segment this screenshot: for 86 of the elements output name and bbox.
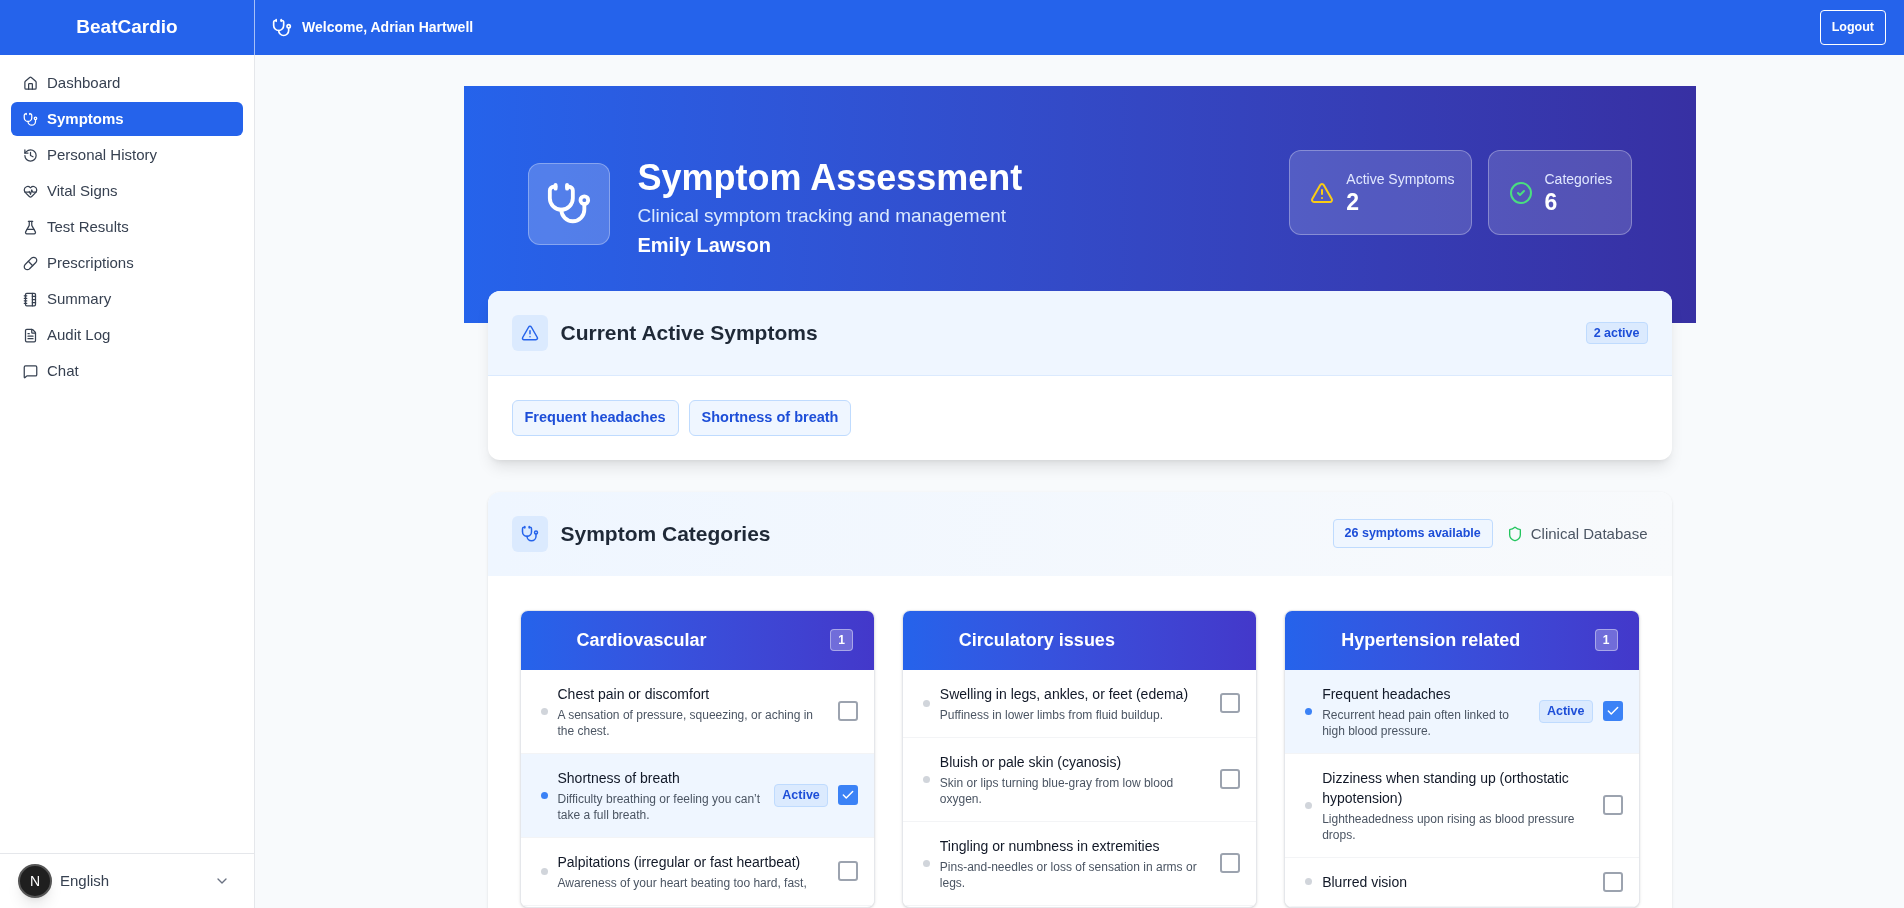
symptom-description: Pins-and-needles or loss of sensation in arms or legs. — [939, 858, 1198, 891]
nav-item[interactable]: Personal History — [11, 138, 243, 172]
shield-icon — [1506, 525, 1523, 542]
logout-button[interactable]: Logout — [1819, 10, 1886, 45]
check-circle-icon — [1508, 180, 1533, 205]
checkbox[interactable] — [1602, 701, 1623, 722]
stethoscope-icon — [272, 17, 292, 38]
category-title: Cardiovascular — [576, 628, 707, 652]
symptom-name: Frequent headaches — [1322, 684, 1452, 704]
checkbox[interactable] — [1602, 795, 1623, 816]
nav-item[interactable]: Prescriptions — [11, 246, 243, 280]
dev-badge[interactable]: N — [18, 864, 52, 898]
symptom-row[interactable]: Blurred vision — [1285, 857, 1639, 907]
symptom-chip[interactable]: Shortness of breath — [688, 400, 852, 436]
checkbox[interactable] — [837, 861, 858, 882]
pill-icon — [23, 255, 38, 271]
flask-icon — [23, 219, 38, 235]
checkbox[interactable] — [1602, 871, 1623, 892]
nav-item[interactable]: Vital Signs — [11, 174, 243, 208]
heart-pulse-icon — [23, 183, 38, 199]
nav-item[interactable]: Audit Log — [11, 318, 243, 352]
patient-name: Emily Lawson — [637, 233, 772, 258]
nav-item[interactable]: Chat — [11, 354, 243, 388]
checkbox[interactable] — [1220, 693, 1241, 714]
notebook-icon — [23, 291, 38, 307]
active-badge: Active — [774, 783, 828, 807]
symptom-name: Shortness of breath — [557, 768, 681, 788]
warning-icon — [511, 315, 548, 351]
symptom-row[interactable]: Tingling or numbness in extremities Pins-and-needles or loss of sensation in arms or legs. — [902, 821, 1257, 906]
source-label: Clinical Database — [1530, 523, 1648, 544]
checkbox[interactable] — [1220, 769, 1241, 790]
symptom-row[interactable]: Dizziness when standing up (orthostatic hypotension) Lightheadedness upon rising as blood pressure drops. — [1285, 753, 1639, 858]
stat-value: 6 — [1544, 187, 1559, 216]
symptom-name: Blurred vision — [1322, 872, 1408, 892]
count-badge: 26 symptoms available — [1332, 519, 1493, 549]
symptom-row[interactable]: Bluish or pale skin (cyanosis) Skin or lips turning blue-gray from low blood oxygen. — [902, 737, 1257, 822]
home-icon — [23, 75, 38, 91]
symptom-description: Skin or lips turning blue-gray from low blood oxygen. — [939, 774, 1175, 807]
symptom-description: Recurrent head pain often linked to high blood pressure. — [1322, 706, 1510, 739]
page-title: Symptom Assessment — [637, 156, 1023, 200]
category-title: Hypertension related — [1341, 628, 1521, 652]
chat-icon — [23, 363, 38, 379]
symptom-row[interactable]: Frequent headaches Recurrent head pain often linked to high blood pressure. Active — [1285, 669, 1639, 754]
checkbox[interactable] — [837, 785, 858, 806]
count-badge: 1 — [1594, 629, 1618, 652]
warning-icon — [1310, 180, 1335, 205]
stat-label: Categories — [1544, 169, 1613, 188]
history-icon — [23, 147, 38, 163]
section-title: Current Active Symptoms — [560, 320, 818, 347]
symptom-description: A sensation of pressure, squeezing, or aching in the chest. — [557, 706, 814, 739]
language-select[interactable]: English — [60, 869, 230, 893]
checkbox[interactable] — [837, 701, 858, 722]
symptom-name: Dizziness when standing up (orthostatic hypotension) — [1322, 768, 1570, 808]
count-badge: 1 — [830, 629, 853, 652]
document-icon — [23, 327, 38, 343]
nav-item[interactable]: Test Results — [11, 210, 243, 244]
stethoscope-icon — [23, 111, 38, 127]
brand-logo[interactable]: BeatCardio — [76, 13, 178, 42]
symptom-name: Tingling or numbness in extremities — [939, 836, 1161, 856]
category-title: Circulatory issues — [958, 628, 1115, 652]
nav-item[interactable]: Dashboard — [11, 66, 243, 100]
symptom-chip[interactable]: Frequent headaches — [511, 400, 679, 436]
section-title: Symptom Categories — [560, 521, 771, 547]
symptom-description: Lightheadedness upon rising as blood pressure drops. — [1322, 810, 1576, 843]
symptom-name: Swelling in legs, ankles, or feet (edema) — [939, 684, 1190, 704]
count-badge: 2 active — [1585, 321, 1648, 345]
nav-item[interactable]: Symptoms — [11, 102, 243, 136]
symptom-row[interactable]: Chest pain or discomfort A sensation of pressure, squeezing, or aching in the chest. — [520, 669, 874, 754]
active-badge: Active — [1538, 699, 1593, 723]
symptom-row[interactable]: Swelling in legs, ankles, or feet (edema) Puffiness in lower limbs from fluid buildup. — [902, 669, 1257, 738]
symptom-description: Puffiness in lower limbs from fluid buildup. — [939, 706, 1165, 723]
stat-label: Active Symptoms — [1346, 169, 1455, 188]
nav-item[interactable]: Summary — [11, 282, 243, 316]
symptom-description: Difficulty breathing or feeling you can’t take a full breath. — [557, 790, 762, 823]
welcome-text: Welcome, Adrian Hartwell — [302, 18, 474, 37]
stethoscope-icon — [527, 163, 610, 245]
symptom-description: Awareness of your heart beating too hard, fast, — [557, 874, 808, 891]
symptom-name: Palpitations (irregular or fast heartbeat) — [557, 852, 802, 872]
stat-value: 2 — [1346, 187, 1361, 216]
checkbox[interactable] — [1220, 853, 1241, 874]
symptom-name: Chest pain or discomfort — [557, 684, 711, 704]
stethoscope-icon — [511, 515, 548, 552]
symptom-row[interactable]: Palpitations (irregular or fast heartbeat) Awareness of your heart beating too hard, fast, — [520, 837, 874, 906]
page-subtitle: Clinical symptom tracking and management — [637, 204, 1008, 228]
symptom-row[interactable]: Shortness of breath Difficulty breathing or feeling you can’t take a full breath. Active — [520, 753, 874, 838]
symptom-name: Bluish or pale skin (cyanosis) — [939, 752, 1123, 772]
